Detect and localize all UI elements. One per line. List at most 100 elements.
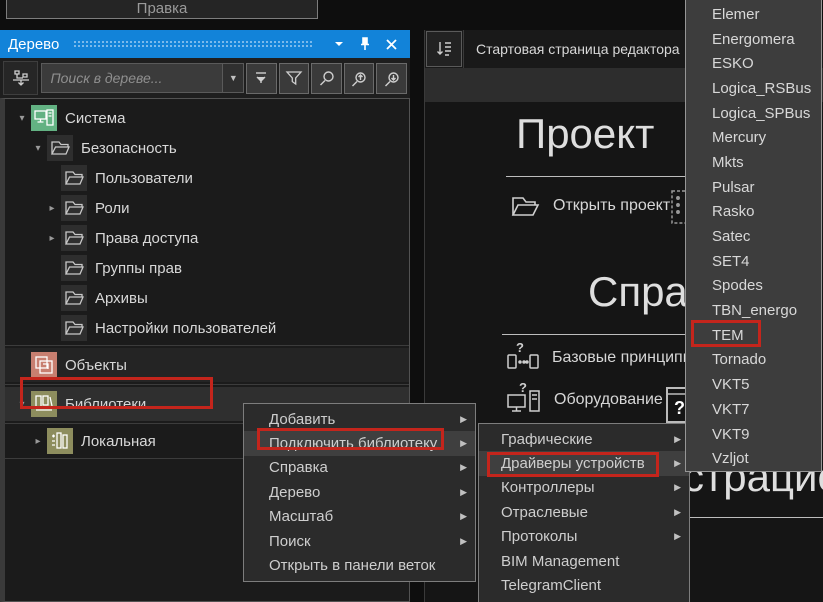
divider: [5, 345, 409, 346]
tree-node-label: Локальная: [81, 433, 156, 450]
driver-menu-item[interactable]: Logica_SPBus: [686, 101, 821, 126]
section-title-project: Проект: [516, 110, 654, 158]
menu-item[interactable]: Поиск▶: [244, 529, 475, 553]
driver-menu-item[interactable]: Elemer: [686, 2, 821, 27]
pin-icon[interactable]: [354, 34, 376, 54]
expander-icon[interactable]: ▸: [43, 233, 61, 244]
panel-drag-handle[interactable]: [73, 40, 312, 48]
tree-node-label: Безопасность: [81, 140, 177, 157]
expander-icon[interactable]: ▸: [43, 203, 61, 214]
filter-icon[interactable]: [279, 63, 310, 94]
driver-menu-item[interactable]: Energomera: [686, 27, 821, 52]
driver-menu-item[interactable]: Spodes: [686, 274, 821, 299]
menu-item-label: Дерево: [269, 484, 454, 501]
driver-menu-item[interactable]: Pulsar: [686, 175, 821, 200]
tree-node[interactable]: Пользователи: [5, 163, 409, 193]
tree-node[interactable]: Группы прав: [5, 253, 409, 283]
menu-item[interactable]: Открыть в панели веток: [244, 553, 475, 577]
menu-item-label: Масштаб: [269, 508, 454, 525]
tree-mode-icon[interactable]: [3, 61, 38, 95]
driver-menu-item[interactable]: Vzljot: [686, 446, 821, 471]
submenu-arrow-icon: ▶: [674, 507, 681, 518]
menu-item[interactable]: TelegramClient: [479, 573, 689, 597]
search-down-icon[interactable]: [376, 63, 407, 94]
system-icon: [31, 105, 57, 131]
menu-item[interactable]: Дерево ▶: [244, 480, 475, 504]
tree-node[interactable]: ▸Роли: [5, 193, 409, 223]
driver-menu-item[interactable]: Logica_RSBus: [686, 76, 821, 101]
hardware-link[interactable]: ? Оборудование: [506, 383, 663, 417]
tree-node[interactable]: Настройки пользователей: [5, 313, 409, 343]
driver-menu-item[interactable]: Mercury: [686, 125, 821, 150]
menu-item[interactable]: Контроллеры▶: [479, 476, 689, 500]
panel-dropdown-icon[interactable]: [328, 34, 350, 54]
driver-menu-item[interactable]: SET4: [686, 249, 821, 274]
submenu-arrow-icon: ▶: [460, 462, 467, 473]
open-project-link[interactable]: Открыть проект: [509, 190, 670, 222]
menu-item-label: Открыть в панели веток: [269, 557, 467, 574]
submenu-arrow-icon: ▶: [460, 536, 467, 547]
driver-menu-item[interactable]: Tornado: [686, 348, 821, 373]
collapse-all-icon[interactable]: [246, 63, 277, 94]
driver-menu-item[interactable]: Mkts: [686, 150, 821, 175]
tree-node-label: Архивы: [95, 290, 148, 307]
driver-menu-item[interactable]: VKT5: [686, 372, 821, 397]
folder-icon: [61, 285, 87, 311]
driver-menu-item[interactable]: ESKO: [686, 51, 821, 76]
search-up-icon[interactable]: [344, 63, 375, 94]
expander-icon[interactable]: ▾: [29, 143, 47, 154]
tree-node[interactable]: ▾ Безопасность: [5, 133, 409, 163]
tree-panel-title: Дерево: [8, 36, 59, 53]
menu-item[interactable]: Протоколы▶: [479, 525, 689, 549]
tree-node[interactable]: ▾ Система: [5, 103, 409, 133]
annotation-box-libraries: [20, 377, 213, 409]
tree-node-label: Система: [65, 110, 125, 127]
objects-icon: [31, 352, 57, 378]
search-dropdown-icon[interactable]: ▼: [223, 63, 244, 93]
expander-icon[interactable]: ▾: [13, 113, 31, 124]
basic-principles-link[interactable]: ? Базовые принципы: [506, 342, 694, 374]
driver-menu-item[interactable]: Satec: [686, 224, 821, 249]
hardware-icon: ?: [506, 383, 542, 417]
driver-menu-item[interactable]: VKT7: [686, 397, 821, 422]
svg-text:?: ?: [519, 383, 527, 395]
menu-item[interactable]: Справка ▶: [244, 456, 475, 480]
principles-icon: ?: [506, 342, 540, 374]
menu-item-label: TelegramClient: [501, 577, 681, 594]
menu-item[interactable]: BIM Management: [479, 549, 689, 573]
tree-node[interactable]: ▸Права доступа: [5, 223, 409, 253]
tree-node[interactable]: Архивы: [5, 283, 409, 313]
tree-panel-header[interactable]: Дерево: [0, 30, 410, 58]
submenu-arrow-icon: ▶: [460, 487, 467, 498]
scroll-list-icon[interactable]: [426, 31, 462, 67]
driver-menu-item[interactable]: Rasko: [686, 200, 821, 225]
tree-node-label: Группы прав: [95, 260, 182, 277]
menu-item[interactable]: Графические▶: [479, 427, 689, 451]
driver-menu-item[interactable]: VKT9: [686, 422, 821, 447]
annotation-box-device-drivers: [487, 452, 659, 477]
tree-node-label: Объекты: [65, 357, 127, 374]
menu-item-label: Протоколы: [501, 528, 668, 545]
folder-icon: [61, 255, 87, 281]
search-icon[interactable]: [311, 63, 342, 94]
divider: [463, 30, 464, 68]
application-window: Правка Дерево ▼: [0, 0, 823, 602]
menu-item-label: Справка: [269, 459, 454, 476]
expander-icon[interactable]: ▸: [29, 436, 47, 447]
folder-icon: [61, 315, 87, 341]
folder-icon: [61, 225, 87, 251]
folder-icon: [61, 195, 87, 221]
edit-menu-button[interactable]: Правка: [6, 0, 318, 19]
tree-search-input[interactable]: [41, 63, 223, 93]
menu-item-label: BIM Management: [501, 553, 681, 570]
divider: [687, 517, 823, 518]
close-icon[interactable]: [380, 34, 402, 54]
tree-toolbar: ▼: [0, 58, 410, 98]
submenu-arrow-icon: ▶: [674, 482, 681, 493]
tab-start-page[interactable]: Стартовая страница редактора: [476, 41, 680, 57]
menu-item[interactable]: Масштаб▶: [244, 505, 475, 529]
annotation-box-connect-library: [257, 428, 444, 450]
menu-item-label: Графические: [501, 431, 668, 448]
menu-item[interactable]: Отраслевые▶: [479, 500, 689, 524]
submenu-arrow-icon: ▶: [674, 458, 681, 469]
